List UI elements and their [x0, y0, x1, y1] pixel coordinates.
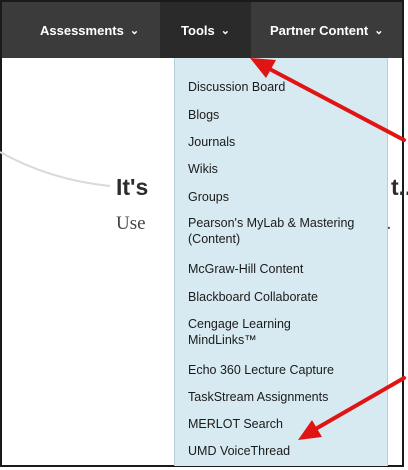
page-heading-start: It's: [116, 174, 149, 200]
chevron-down-icon: ⌄: [220, 24, 230, 37]
menu-item-pearson-mylab[interactable]: Pearson's MyLab & Mastering (Content): [188, 215, 376, 247]
nav-assessments-label: Assessments: [40, 22, 124, 38]
menu-item-cengage-mindlinks[interactable]: Cengage Learning MindLinks™: [188, 316, 338, 348]
page-heading-end: t..: [391, 174, 408, 200]
nav-tools[interactable]: Tools ⌄: [160, 2, 251, 58]
tools-dropdown-menu: Discussion Board Blogs Journals Wikis Gr…: [174, 58, 388, 466]
menu-item-mcgraw-hill[interactable]: McGraw-Hill Content: [188, 261, 383, 277]
menu-item-blackboard-collaborate[interactable]: Blackboard Collaborate: [188, 289, 383, 305]
menu-item-echo360[interactable]: Echo 360 Lecture Capture: [188, 362, 383, 378]
chevron-down-icon: ⌄: [129, 24, 140, 37]
nav-partner-content-label: Partner Content: [270, 22, 369, 38]
nav-partner-content[interactable]: Partner Content ⌄: [270, 2, 383, 58]
menu-item-groups[interactable]: Groups: [188, 189, 383, 205]
decorative-swoosh: [0, 151, 111, 187]
menu-item-journals[interactable]: Journals: [188, 134, 383, 150]
menu-item-wikis[interactable]: Wikis: [188, 161, 383, 177]
menu-item-umd-voicethread[interactable]: UMD VoiceThread: [188, 443, 383, 459]
menu-item-taskstream[interactable]: TaskStream Assignments: [188, 389, 383, 405]
menu-item-merlot-search[interactable]: MERLOT Search: [188, 416, 383, 432]
menu-item-discussion-board[interactable]: Discussion Board: [188, 79, 383, 95]
top-navbar: Assessments ⌄ Tools ⌄ Partner Content ⌄: [2, 2, 402, 58]
nav-tools-label: Tools: [181, 22, 215, 38]
menu-item-blogs[interactable]: Blogs: [188, 107, 383, 123]
chevron-down-icon: ⌄: [374, 24, 384, 37]
page-subtext-start: Use: [116, 213, 146, 234]
nav-assessments[interactable]: Assessments ⌄: [40, 2, 139, 58]
